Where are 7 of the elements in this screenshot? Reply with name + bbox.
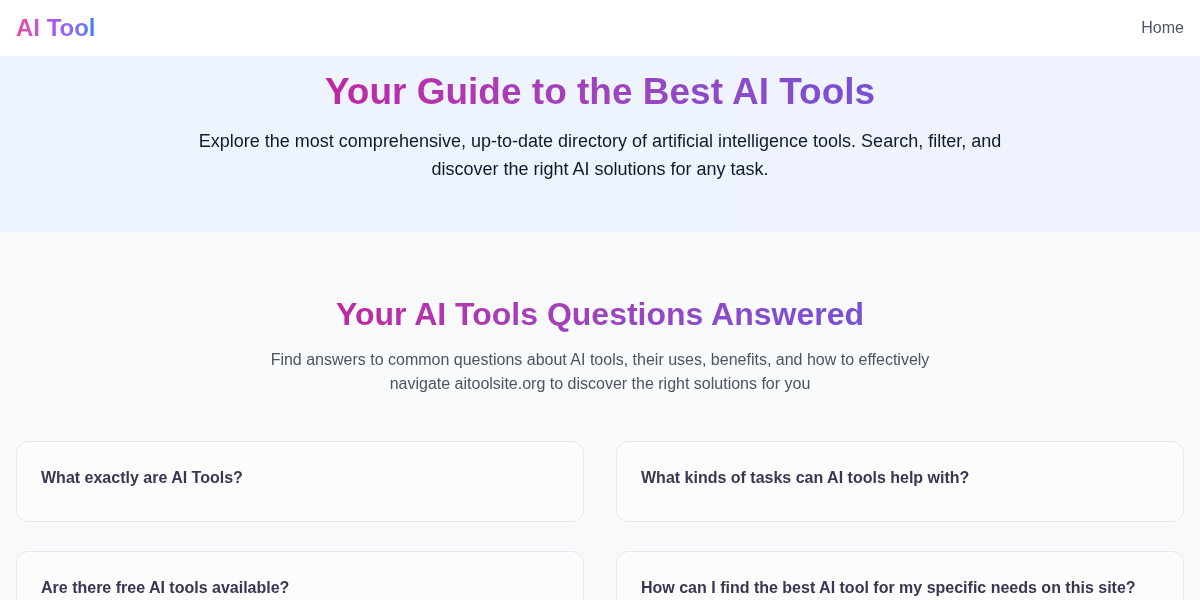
faq-item[interactable]: What exactly are AI Tools? xyxy=(16,441,584,522)
faq-item[interactable]: Are there free AI tools available? xyxy=(16,551,584,600)
faq-subtitle: Find answers to common questions about AI tools, their uses, benefits, and how to effectively navigate aitoolsite.org to discover the right solutions for you xyxy=(269,350,931,394)
faq-item[interactable]: What kinds of tasks can AI tools help with? xyxy=(616,441,1184,522)
nav-link[interactable]: Home xyxy=(1141,16,1184,40)
hero-description: Explore the most comprehensive, up-to-date directory of artificial intelligence tools. Search, filter, and discover the right AI solutions for any task. xyxy=(197,130,1003,181)
faq-item[interactable]: How can I find the best AI tool for my specific needs on this site? xyxy=(616,551,1184,600)
